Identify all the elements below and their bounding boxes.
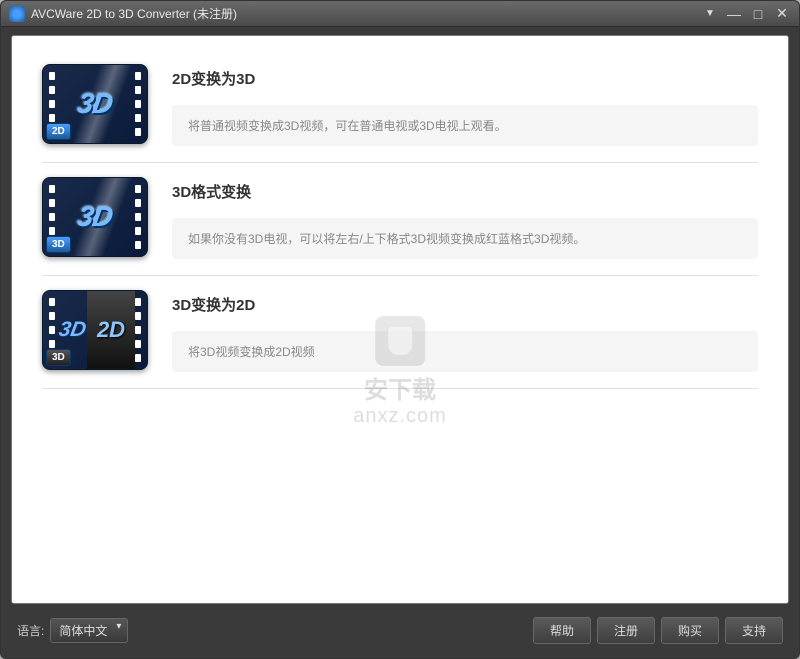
buy-button[interactable]: 购买 [661, 617, 719, 644]
language-label: 语言: [17, 622, 44, 639]
support-button[interactable]: 支持 [725, 617, 783, 644]
minimize-button[interactable]: — [725, 5, 743, 23]
main-content: 3D 2D 2D变换为3D 将普通视频变换成3D视频，可在普通电视或3D电视上观… [11, 35, 789, 604]
option-desc: 将3D视频变换成2D视频 [172, 331, 758, 372]
option-3d-to-2d[interactable]: 3D 2D 3D 3D变换为2D 将3D视频变换成2D视频 [42, 290, 758, 372]
app-icon [9, 6, 25, 22]
help-button[interactable]: 帮助 [533, 617, 591, 644]
divider [42, 162, 758, 163]
app-window: AVCWare 2D to 3D Converter (未注册) ▼ — □ ✕… [0, 0, 800, 659]
language-select[interactable]: 简体中文 [50, 618, 128, 643]
badge-2d: 2D [46, 123, 71, 140]
option-desc: 将普通视频变换成3D视频，可在普通电视或3D电视上观看。 [172, 105, 758, 146]
option-title: 3D格式变换 [172, 181, 758, 202]
window-controls: ▼ — □ ✕ [701, 5, 791, 23]
option-2d-to-3d[interactable]: 3D 2D 2D变换为3D 将普通视频变换成3D视频，可在普通电视或3D电视上观… [42, 64, 758, 146]
menu-dropdown-icon[interactable]: ▼ [701, 5, 719, 23]
option-title: 2D变换为3D [172, 68, 758, 89]
register-button[interactable]: 注册 [597, 617, 655, 644]
option-3d-format[interactable]: 3D 3D 3D格式变换 如果你没有3D电视，可以将左右/上下格式3D视频变换成… [42, 177, 758, 259]
footer: 语言: 简体中文 帮助 注册 购买 支持 [11, 610, 789, 650]
divider [42, 275, 758, 276]
window-title: AVCWare 2D to 3D Converter (未注册) [31, 5, 701, 22]
maximize-button[interactable]: □ [749, 5, 767, 23]
option-title: 3D变换为2D [172, 294, 758, 315]
icon-3d-to-2d: 3D 2D 3D [42, 290, 148, 370]
language-value: 简体中文 [59, 624, 107, 638]
icon-2d-to-3d: 3D 2D [42, 64, 148, 144]
divider [42, 388, 758, 389]
titlebar[interactable]: AVCWare 2D to 3D Converter (未注册) ▼ — □ ✕ [1, 1, 799, 27]
badge-3d: 3D [46, 349, 71, 366]
option-desc: 如果你没有3D电视，可以将左右/上下格式3D视频变换成红蓝格式3D视频。 [172, 218, 758, 259]
close-button[interactable]: ✕ [773, 5, 791, 23]
icon-3d-format: 3D 3D [42, 177, 148, 257]
badge-3d: 3D [46, 236, 71, 253]
watermark-url: anxz.com [353, 405, 447, 428]
